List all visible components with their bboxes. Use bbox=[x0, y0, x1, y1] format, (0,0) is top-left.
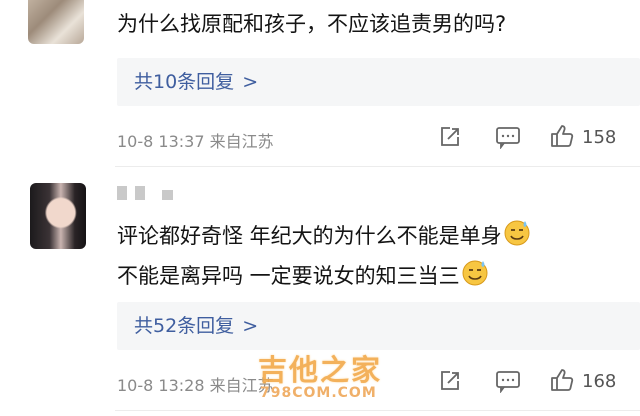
username-redacted bbox=[135, 186, 145, 200]
reply-thread-link[interactable]: 共52条回复 > bbox=[117, 302, 640, 350]
location: 来自江苏 bbox=[209, 132, 274, 151]
comment-text: 为什么找原配和孩子，不应该追责男的吗? bbox=[117, 12, 507, 36]
watermark-title: 吉他之家 bbox=[258, 353, 383, 387]
like-count: 158 bbox=[582, 127, 617, 148]
watermark-url: 798COM.COM bbox=[260, 385, 377, 401]
comment-meta: 10-8 13:28 来自江苏 bbox=[117, 372, 274, 396]
reply-count-label: 共10条回复 bbox=[134, 71, 235, 93]
avatar[interactable] bbox=[30, 183, 86, 249]
share-icon[interactable] bbox=[438, 369, 462, 393]
username-redacted bbox=[162, 190, 173, 200]
comment-line: 不能是离异吗 一定要说女的知三当三 bbox=[117, 264, 460, 288]
comment-line: 评论都好奇怪 年纪大的为什么不能是单身 bbox=[117, 224, 502, 248]
comment-text: 评论都好奇怪 年纪大的为什么不能是单身 不能是离异吗 一定要说女的知三当三 bbox=[117, 217, 637, 297]
like-icon[interactable] bbox=[549, 367, 575, 393]
chevron-right-icon: > bbox=[242, 315, 259, 337]
reply-thread-link[interactable]: 共10条回复 > bbox=[117, 58, 640, 106]
comment-icon[interactable] bbox=[495, 125, 521, 149]
reply-count-label: 共52条回复 bbox=[134, 315, 235, 337]
avatar[interactable] bbox=[28, 0, 84, 44]
timestamp: 10-8 13:28 bbox=[117, 376, 205, 395]
divider bbox=[115, 410, 640, 411]
username-redacted bbox=[117, 186, 127, 200]
divider bbox=[115, 166, 640, 167]
like-count: 168 bbox=[582, 371, 617, 392]
comment-meta: 10-8 13:37 来自江苏 bbox=[117, 128, 274, 152]
share-icon[interactable] bbox=[438, 125, 462, 149]
comment-icon[interactable] bbox=[495, 369, 521, 393]
sweat-smile-icon bbox=[502, 217, 532, 257]
sweat-smile-icon bbox=[460, 257, 490, 297]
chevron-right-icon: > bbox=[242, 71, 259, 93]
like-icon[interactable] bbox=[549, 123, 575, 149]
timestamp: 10-8 13:37 bbox=[117, 132, 205, 151]
